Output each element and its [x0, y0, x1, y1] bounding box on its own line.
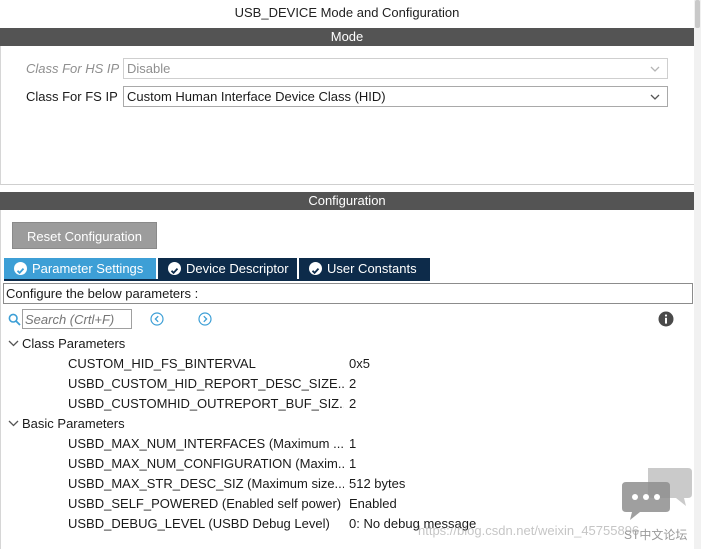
- search-icon: [8, 313, 21, 326]
- param-name[interactable]: USBD_CUSTOMHID_OUTREPORT_BUF_SIZ...: [68, 396, 344, 411]
- fs-ip-select[interactable]: Custom Human Interface Device Class (HID…: [123, 86, 668, 107]
- reset-configuration-button[interactable]: Reset Configuration: [12, 222, 157, 249]
- param-value[interactable]: Enabled: [349, 496, 397, 511]
- tab-label: User Constants: [327, 261, 417, 276]
- chevron-down-icon: [8, 336, 22, 351]
- param-value[interactable]: 2: [349, 376, 356, 391]
- chevron-down-icon: [650, 66, 660, 72]
- param-value[interactable]: 1: [349, 436, 356, 451]
- check-circle-icon: [14, 262, 27, 275]
- param-name[interactable]: USBD_MAX_STR_DESC_SIZ (Maximum size...: [68, 476, 344, 491]
- expand-all-icon[interactable]: [198, 312, 212, 326]
- info-icon[interactable]: [658, 311, 674, 327]
- group-basic-parameters[interactable]: Basic Parameters: [8, 416, 125, 431]
- param-name[interactable]: USBD_DEBUG_LEVEL (USBD Debug Level): [68, 516, 344, 531]
- group-class-parameters[interactable]: Class Parameters: [8, 336, 125, 351]
- search-input[interactable]: [22, 309, 132, 329]
- tab-parameter-settings[interactable]: Parameter Settings: [4, 258, 156, 280]
- configuration-header: Configuration: [0, 192, 694, 210]
- chevron-down-icon: [8, 416, 22, 431]
- tab-label: Parameter Settings: [32, 261, 144, 276]
- fs-ip-label: Class For FS IP: [26, 89, 118, 104]
- param-name[interactable]: CUSTOM_HID_FS_BINTERVAL: [68, 356, 344, 371]
- param-name[interactable]: USBD_CUSTOM_HID_REPORT_DESC_SIZE...: [68, 376, 344, 391]
- check-circle-icon: [168, 262, 181, 275]
- tab-underline: [4, 279, 430, 281]
- fs-ip-value: Custom Human Interface Device Class (HID…: [127, 89, 386, 104]
- param-value[interactable]: 2: [349, 396, 356, 411]
- mode-header: Mode: [0, 28, 694, 46]
- hs-ip-select: Disable: [123, 58, 668, 79]
- param-value[interactable]: 512 bytes: [349, 476, 405, 491]
- param-name[interactable]: USBD_MAX_NUM_CONFIGURATION (Maxim...: [68, 456, 344, 471]
- param-value[interactable]: 1: [349, 456, 356, 471]
- param-name[interactable]: USBD_MAX_NUM_INTERFACES (Maximum ...: [68, 436, 344, 451]
- chevron-down-icon: [650, 94, 660, 100]
- param-name[interactable]: USBD_SELF_POWERED (Enabled self power): [68, 496, 344, 511]
- watermark-url: https://blog.csdn.net/weixin_45755896: [418, 523, 640, 538]
- hs-ip-value: Disable: [127, 61, 171, 76]
- param-value[interactable]: 0x5: [349, 356, 370, 371]
- tab-label: Device Descriptor: [186, 261, 289, 276]
- tab-device-descriptor[interactable]: Device Descriptor: [158, 258, 297, 280]
- vertical-scrollbar[interactable]: [694, 0, 701, 549]
- parameters-hint: Configure the below parameters :: [3, 283, 693, 304]
- group-label: Basic Parameters: [22, 416, 125, 431]
- watermark-caption: ST中文论坛: [624, 528, 688, 542]
- collapse-all-icon[interactable]: [150, 312, 164, 326]
- window-title: USB_DEVICE Mode and Configuration: [234, 5, 460, 20]
- hs-ip-label: Class For HS IP: [26, 61, 120, 76]
- check-circle-icon: [309, 262, 322, 275]
- scrollbar-thumb[interactable]: [695, 0, 700, 28]
- tab-user-constants[interactable]: User Constants: [299, 258, 430, 280]
- chat-bubbles-logo-icon: [622, 468, 692, 520]
- group-label: Class Parameters: [22, 336, 126, 351]
